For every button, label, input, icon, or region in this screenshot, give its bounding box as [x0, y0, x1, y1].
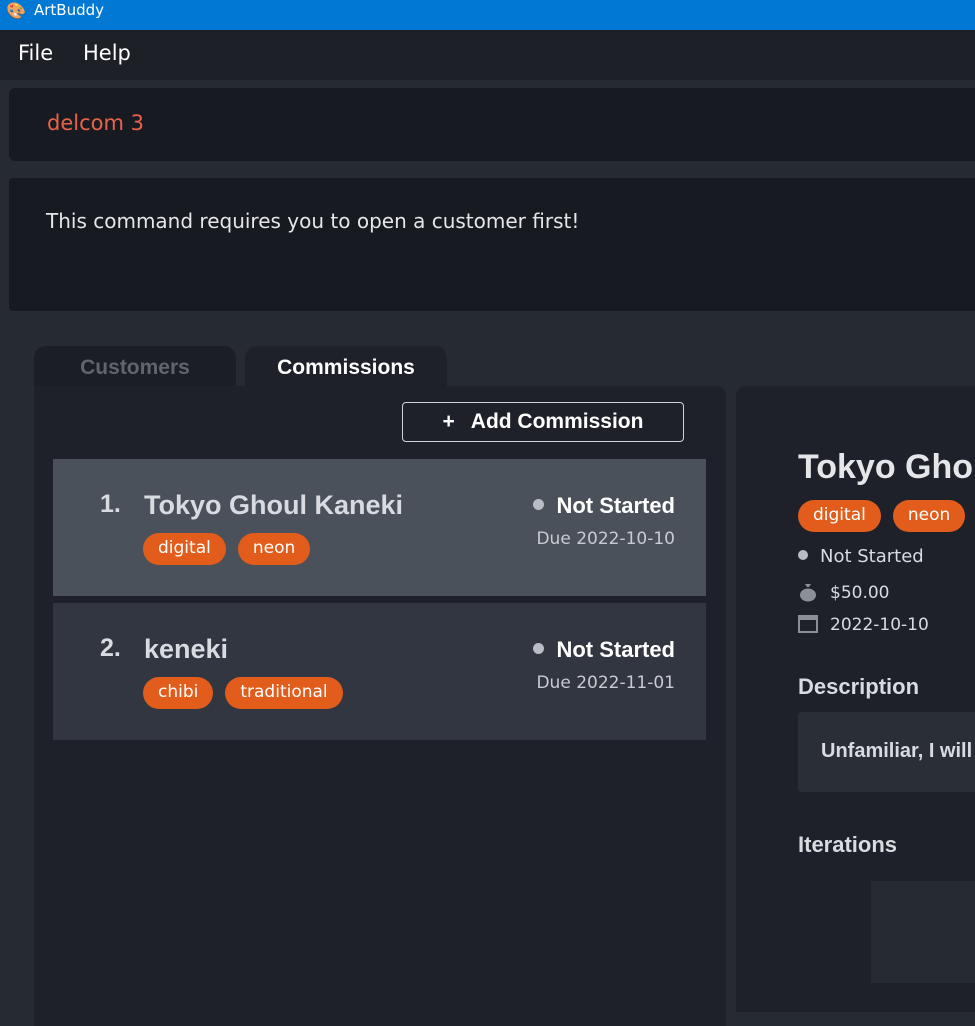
- detail-fee: $50.00: [798, 582, 889, 603]
- commission-card[interactable]: 1. Tokyo Ghoul Kaneki digital neon Not S…: [53, 459, 706, 596]
- menu-file[interactable]: File: [18, 41, 53, 65]
- description-heading: Description: [798, 674, 920, 699]
- iterations-list: [871, 881, 975, 983]
- menu-help[interactable]: Help: [83, 41, 131, 65]
- commission-title: Tokyo Ghoul Kaneki: [144, 490, 404, 520]
- status-dot-icon: [533, 643, 545, 654]
- status-badge: Not Started: [533, 637, 675, 663]
- status-dot-icon: [533, 499, 545, 510]
- result-display: This command requires you to open a cust…: [9, 178, 975, 311]
- tag: chibi: [143, 677, 214, 709]
- detail-status: Not Started: [798, 546, 924, 567]
- tab-commissions[interactable]: Commissions: [245, 346, 447, 387]
- commission-card[interactable]: 2. keneki chibi traditional Not Started …: [53, 603, 706, 740]
- status-badge: Not Started: [533, 493, 675, 519]
- add-commission-label: Add Commission: [470, 410, 644, 433]
- detail-title: Tokyo Ghoul Kaneki: [798, 448, 975, 486]
- commission-index: 2.: [100, 634, 121, 662]
- detail-due-date: 2022-10-10: [798, 614, 929, 635]
- commission-tags: digital neon: [143, 533, 311, 565]
- commission-list-panel: + Add Commission 1. Tokyo Ghoul Kaneki di…: [34, 386, 726, 1026]
- commission-tags: chibi traditional: [143, 677, 343, 709]
- command-input[interactable]: delcom 3: [47, 111, 144, 135]
- iterations-heading: Iterations: [798, 832, 898, 857]
- calendar-icon: [798, 615, 818, 633]
- title-bar: 🎨 ArtBuddy: [0, 0, 975, 30]
- commission-index: 1.: [100, 490, 121, 518]
- window-title: ArtBuddy: [34, 1, 105, 19]
- tag: digital: [798, 500, 881, 532]
- status-dot-icon: [798, 550, 808, 560]
- due-date: Due 2022-11-01: [536, 673, 675, 693]
- tab-customers[interactable]: Customers: [34, 346, 236, 387]
- result-message: This command requires you to open a cust…: [46, 209, 580, 233]
- menu-bar: File Help: [0, 30, 975, 80]
- detail-tags: digital neon: [798, 500, 966, 532]
- commission-title: keneki: [144, 634, 229, 664]
- commission-detail-panel: Tokyo Ghoul Kaneki digital neon Not Star…: [736, 386, 975, 1012]
- description-text: Unfamiliar, I will draw it: [821, 740, 975, 762]
- palette-icon: 🎨: [6, 1, 26, 20]
- tag: digital: [143, 533, 226, 565]
- money-bag-icon: [800, 584, 816, 602]
- add-commission-button[interactable]: + Add Commission: [402, 402, 684, 442]
- tag: neon: [237, 533, 311, 565]
- plus-icon: +: [442, 410, 455, 433]
- description-box: Unfamiliar, I will draw it: [798, 712, 975, 792]
- tag: neon: [892, 500, 966, 532]
- command-box[interactable]: delcom 3: [9, 88, 975, 161]
- due-date: Due 2022-10-10: [536, 529, 675, 549]
- tag: traditional: [225, 677, 343, 709]
